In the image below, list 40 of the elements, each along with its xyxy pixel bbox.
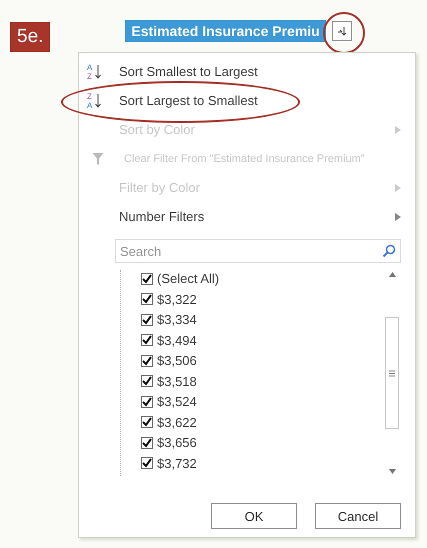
value-label: $3,656 (157, 435, 197, 450)
value-label: $3,524 (157, 394, 197, 410)
scroll-up-icon[interactable] (388, 272, 396, 277)
search-field[interactable]: Search (115, 239, 401, 263)
scroll-down-icon[interactable] (388, 469, 396, 474)
step-label: 5e. (10, 22, 50, 52)
value-label: (Select All) (157, 271, 220, 286)
dialog-button[interactable]: OK (211, 503, 297, 529)
value-label: $3,334 (157, 312, 197, 328)
column-header: Estimated Insurance Premiu (125, 20, 326, 42)
value-label: $3,506 (157, 353, 197, 368)
checkbox[interactable] (141, 396, 153, 408)
checkbox[interactable] (141, 293, 153, 306)
value-label: $3,622 (157, 414, 197, 430)
checkbox[interactable] (141, 354, 153, 367)
filter-arrow-icon (336, 26, 347, 36)
checkbox[interactable] (141, 457, 153, 470)
filter-dropdown-button[interactable] (332, 21, 352, 41)
sort-letters: Z A (87, 92, 92, 110)
funnel-icon (92, 152, 104, 164)
checkbox[interactable] (141, 314, 153, 326)
checkbox[interactable] (141, 416, 153, 428)
menu-item[interactable]: A Z Sort Smallest to Largest (79, 57, 415, 86)
down-arrow-icon (95, 64, 102, 78)
grip-icon (389, 370, 395, 376)
value-label: $3,322 (157, 292, 197, 307)
value-label: $3,518 (157, 374, 197, 389)
menu-item[interactable]: Number Filters (79, 202, 415, 231)
menu-item[interactable]: Z A Sort Largest to Smallest (79, 86, 415, 115)
value-label: $3,732 (157, 456, 197, 471)
checkbox[interactable] (141, 375, 153, 388)
checkbox[interactable] (141, 272, 153, 285)
dialog-button[interactable]: Cancel (315, 503, 401, 529)
checkbox[interactable] (141, 436, 153, 449)
value-label: $3,494 (157, 332, 197, 348)
checkbox[interactable] (141, 334, 153, 346)
search-icon (382, 244, 396, 258)
down-arrow-icon (95, 94, 102, 108)
scrollbar[interactable] (384, 270, 400, 476)
sort-letters: A Z (87, 62, 92, 80)
